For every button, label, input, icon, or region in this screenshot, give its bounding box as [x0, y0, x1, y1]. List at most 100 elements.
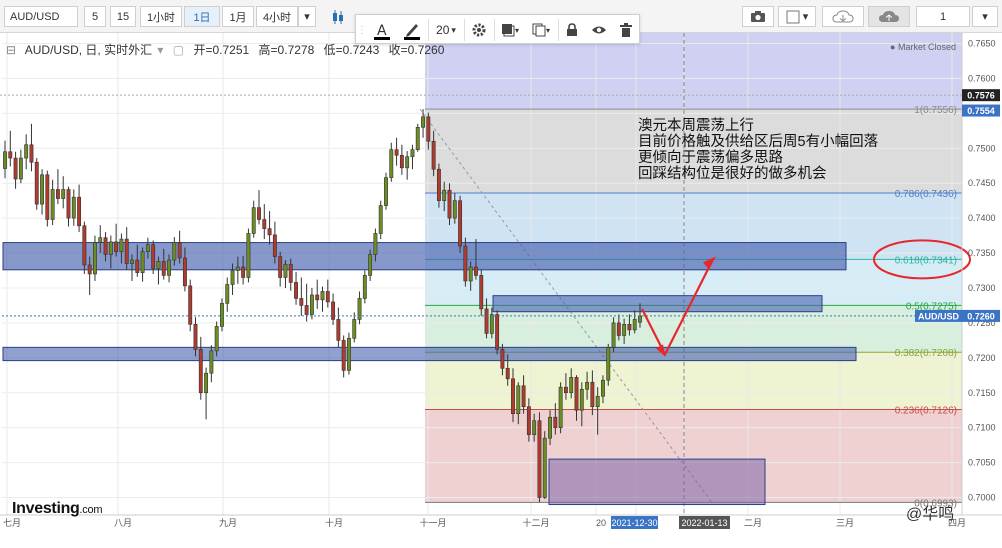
text-color-button[interactable]: A	[368, 19, 396, 41]
candle-body	[579, 388, 584, 411]
interval-5[interactable]: 5	[84, 6, 106, 27]
note-line: 目前价格触及供给区后周5有小幅回落	[638, 134, 879, 150]
lock-button[interactable]	[558, 19, 585, 41]
y-tick-label: 0.7100	[968, 423, 996, 433]
candle-body	[278, 256, 283, 278]
candle-body	[257, 207, 261, 220]
fib-level-label: 0.382(0.7208)	[895, 348, 957, 359]
screenshot-button[interactable]	[742, 6, 774, 27]
candle-body	[410, 149, 415, 157]
candle-body	[442, 189, 447, 201]
eye-icon	[592, 26, 606, 34]
candle-body	[341, 340, 346, 371]
market-status: ● Market Closed	[890, 42, 956, 52]
candle-body	[325, 291, 330, 303]
symbol-input[interactable]: AUD/USD	[4, 6, 78, 27]
candle-body	[193, 323, 198, 350]
candle-body	[214, 326, 219, 352]
candle-body	[601, 379, 605, 397]
note-line: 澳元本周震荡上行	[638, 118, 754, 134]
x-tick-label: 2022-01-13	[681, 518, 727, 528]
investing-logo: Investing.com	[12, 500, 102, 518]
candle-body	[378, 205, 383, 234]
candle-body	[622, 323, 627, 336]
candle-body	[463, 245, 468, 282]
candle-body	[241, 266, 246, 278]
analysis-note[interactable]: 澳元本周震荡上行 目前价格触及供给区后周5有小幅回落 更倾向于震荡偏多思路 回踩…	[638, 118, 878, 182]
candle-body	[336, 319, 341, 341]
candle-body	[563, 386, 568, 394]
fib-level-label: 0.236(0.7126)	[895, 406, 957, 417]
candle	[537, 412, 542, 503]
candle-body	[130, 259, 134, 264]
fib-level-label: 1(0.7556)	[914, 105, 957, 116]
candle-body	[320, 291, 325, 301]
candle-type-button[interactable]	[325, 6, 351, 27]
interval-1m[interactable]: 1月	[222, 6, 254, 27]
candle-body	[34, 161, 39, 205]
interval-4h[interactable]: 4小时	[256, 6, 298, 27]
candle-body	[87, 264, 92, 275]
drag-handle[interactable]: ⋮	[357, 19, 367, 41]
settings-button[interactable]	[464, 19, 493, 41]
candle-body	[55, 189, 60, 199]
drawing-toolbar: ⋮ A 20 ▾ ▾ ▾	[355, 14, 640, 44]
chevron-down-icon[interactable]: ▾	[157, 43, 163, 57]
lock-icon	[567, 23, 577, 36]
x-tick-label: 十一月	[419, 517, 446, 528]
interval-15[interactable]: 15	[110, 6, 136, 27]
candle-body	[362, 275, 367, 299]
interval-1d[interactable]: 1日	[184, 6, 220, 27]
candle-body	[172, 242, 177, 261]
x-tick-label: 七月	[3, 518, 21, 528]
fill-button[interactable]: ▾	[494, 19, 525, 41]
candle-body	[267, 228, 272, 236]
supply-zone-upper	[2, 242, 847, 271]
candle-body	[495, 314, 500, 350]
candle-body	[124, 238, 129, 264]
candle	[188, 279, 193, 332]
delete-button[interactable]	[614, 19, 638, 41]
price-label: 0.7260	[967, 311, 995, 321]
candle-body	[103, 237, 108, 255]
candle-body	[40, 174, 44, 205]
layout-select[interactable]: 1	[916, 6, 970, 27]
interval-dropdown[interactable]: ▾	[298, 6, 316, 27]
layout-dropdown[interactable]: ▾	[972, 6, 998, 27]
price-chart[interactable]: 1(0.7556)0.786(0.7436)0.618(0.7341)0.5(0…	[0, 33, 1002, 548]
candle-body	[585, 381, 590, 390]
candle	[458, 195, 463, 254]
svg-text:A: A	[377, 23, 387, 39]
candle-body	[542, 437, 547, 498]
candle-body	[108, 241, 113, 255]
candle-body	[230, 270, 235, 285]
candle-body	[167, 259, 171, 276]
candle-body	[484, 308, 489, 334]
open-value: 开=0.7251	[193, 43, 250, 57]
candle-body	[246, 233, 251, 278]
settings-square-icon[interactable]: ▢	[173, 43, 184, 57]
fib-band	[425, 33, 962, 110]
collapse-icon[interactable]: ⊟	[6, 43, 16, 57]
candle-body	[574, 377, 579, 411]
cloud-load-button[interactable]	[822, 6, 864, 27]
color-select[interactable]: ▾	[778, 6, 816, 27]
candle-body	[220, 303, 224, 327]
candle-body	[29, 144, 34, 163]
font-size-select[interactable]: 20 ▾	[428, 19, 463, 41]
line-color-button[interactable]	[398, 19, 426, 41]
candle-body	[405, 156, 410, 169]
candle-body	[182, 257, 187, 287]
candle-body	[119, 238, 124, 252]
x-tick-label: 20	[596, 518, 606, 528]
x-tick-label: 2021-12-30	[611, 518, 657, 528]
interval-1h[interactable]: 1小时	[140, 6, 182, 27]
copy-button[interactable]: ▾	[526, 19, 556, 41]
fib-band	[425, 305, 962, 353]
candle-body	[225, 284, 230, 304]
candle-body	[394, 149, 399, 156]
low-value: 低=0.7243	[323, 43, 380, 57]
chevron-down-icon: ▾	[545, 25, 550, 35]
cloud-save-button[interactable]	[868, 6, 910, 27]
visibility-button[interactable]	[586, 19, 612, 41]
